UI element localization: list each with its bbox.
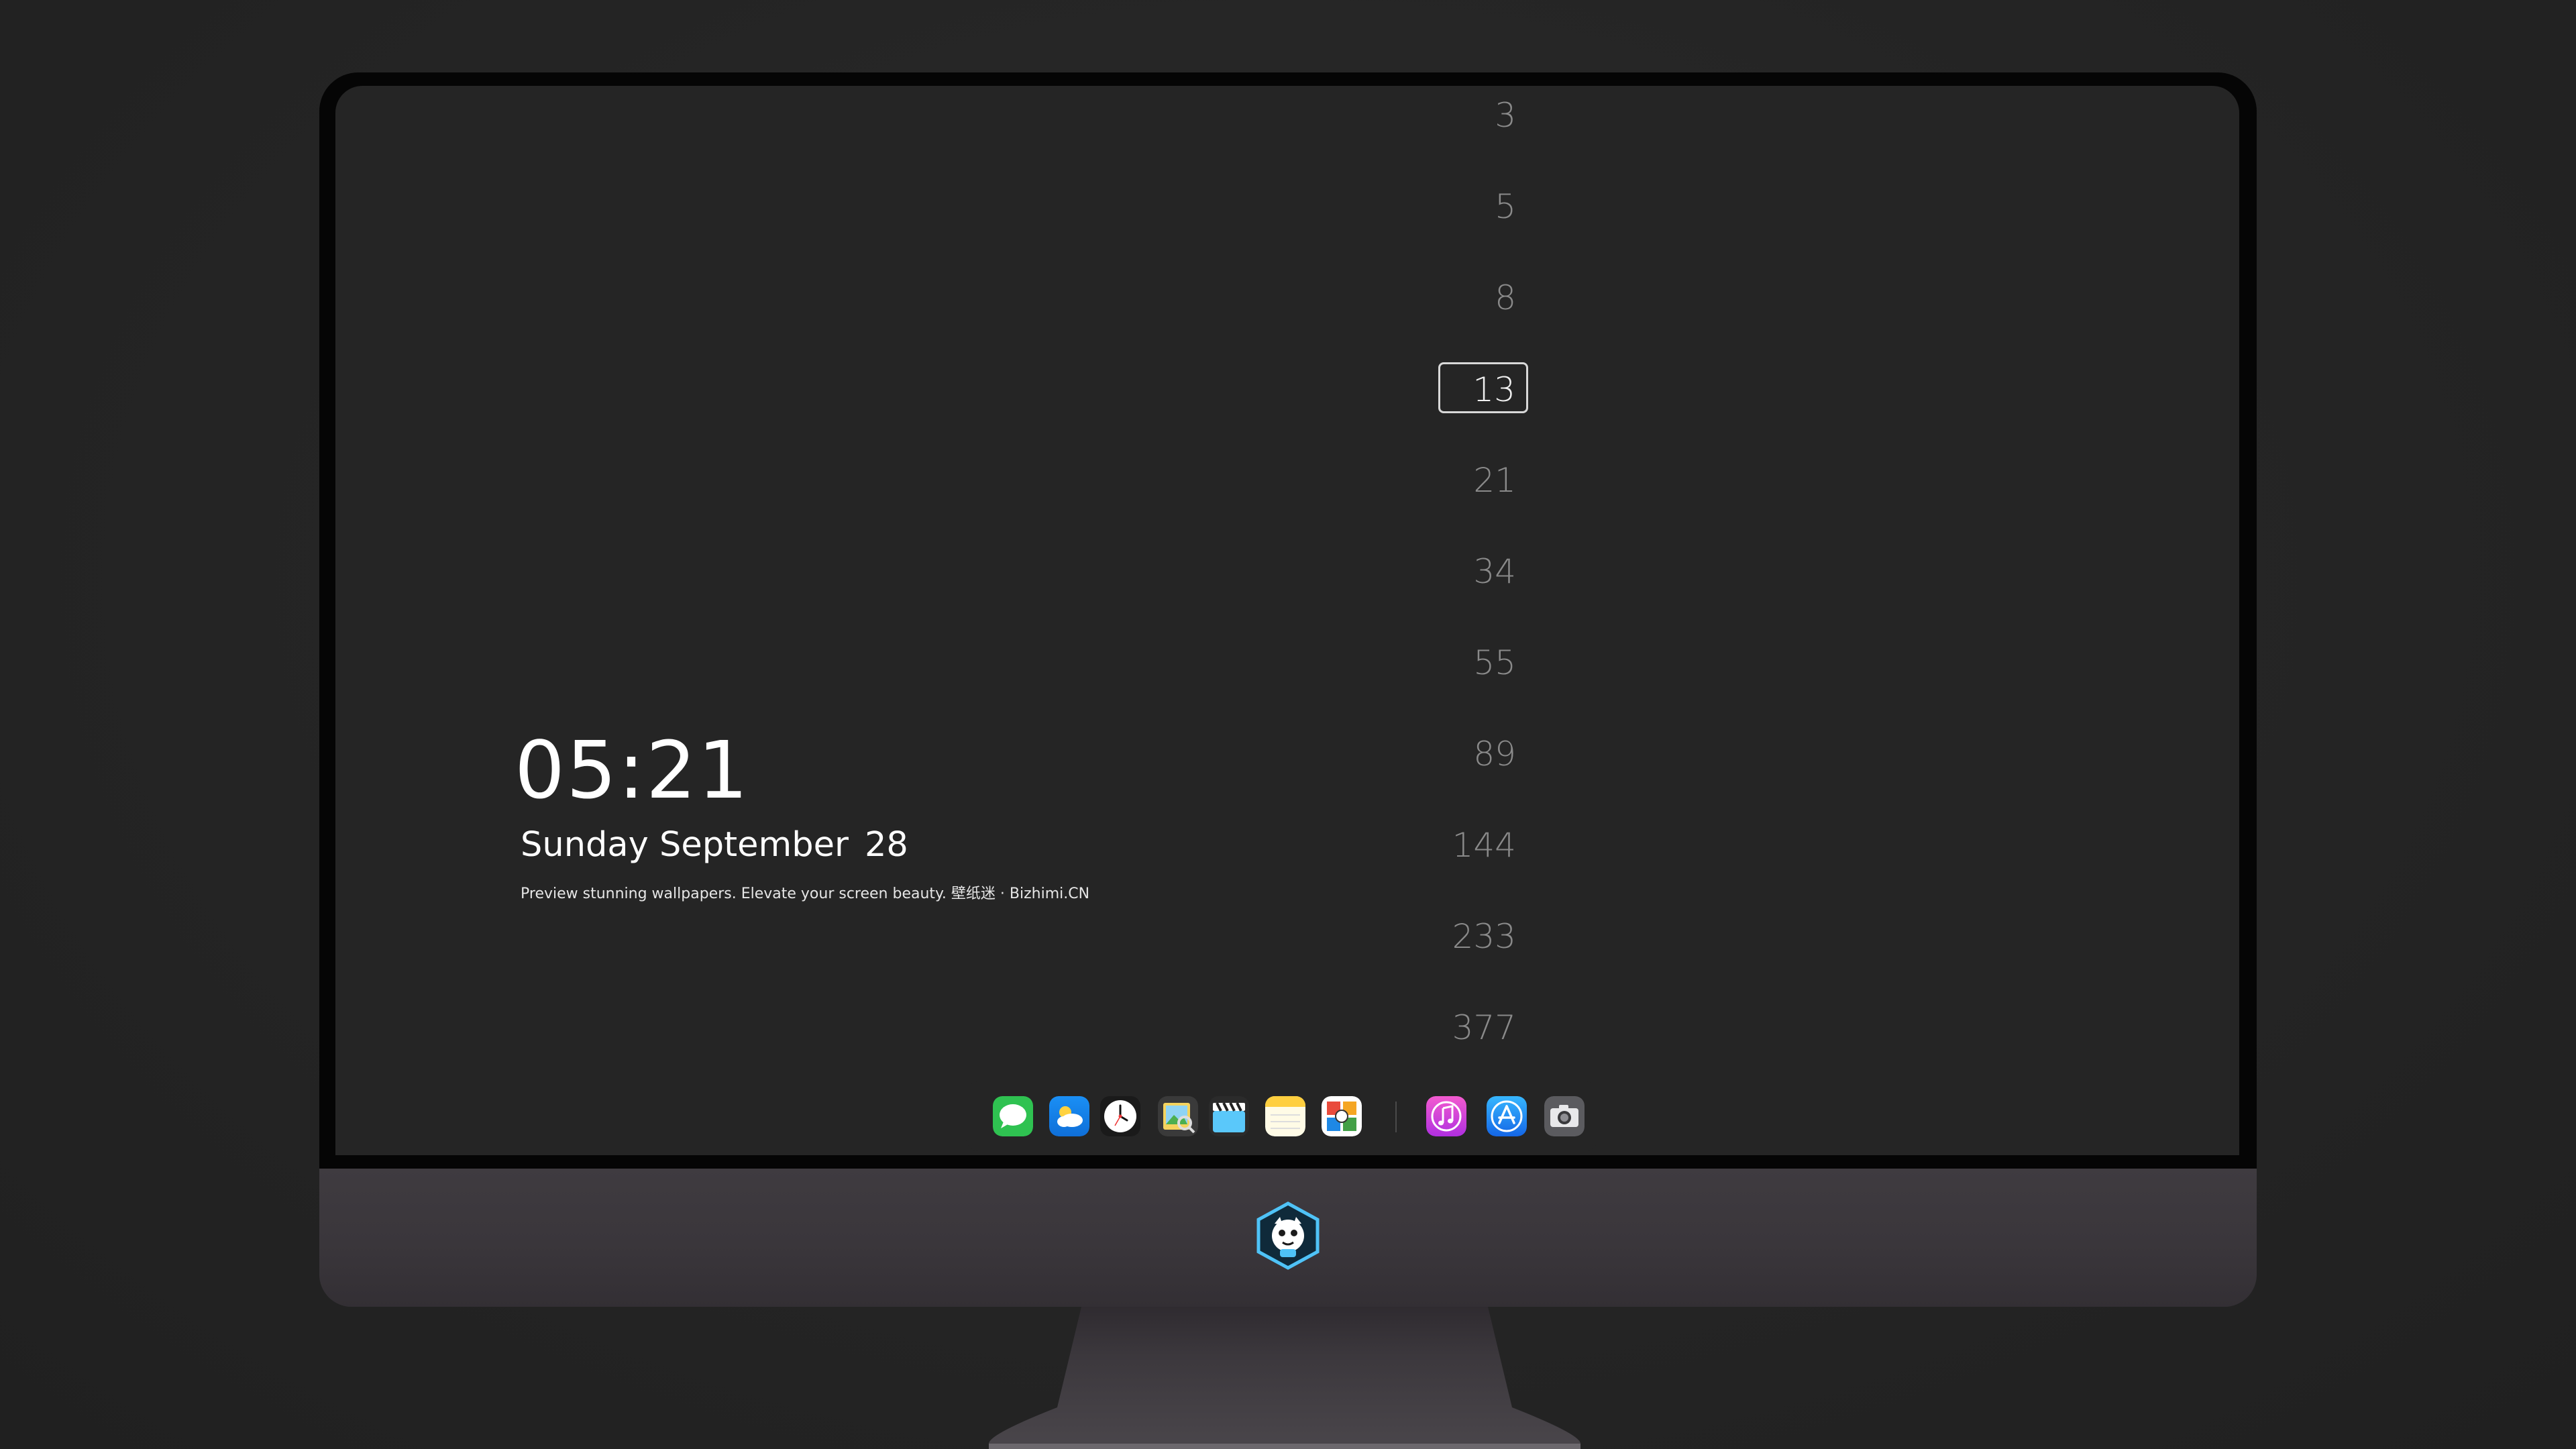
- app-store-icon[interactable]: [1487, 1096, 1527, 1136]
- picker-number[interactable]: 8: [1495, 278, 1516, 318]
- dock: [966, 1081, 1598, 1151]
- monitor-stand: [989, 1307, 1580, 1449]
- picker-number[interactable]: 5: [1495, 186, 1516, 227]
- monitor-screen: 05:21 Sunday September 28 Preview stunnin…: [335, 86, 2239, 1155]
- preview-icon[interactable]: [1158, 1096, 1198, 1136]
- picker-number[interactable]: 55: [1473, 643, 1516, 683]
- notes-icon[interactable]: [1265, 1096, 1305, 1136]
- picker-number[interactable]: 3: [1495, 95, 1516, 136]
- weather-icon[interactable]: [1049, 1096, 1089, 1136]
- clock-day: 28: [864, 825, 908, 865]
- clock-month: September: [659, 825, 849, 865]
- picker-number[interactable]: 34: [1473, 551, 1516, 592]
- clock-icon[interactable]: [1100, 1096, 1140, 1136]
- clock-date: Sunday September 28: [521, 824, 908, 867]
- dock-divider: [1395, 1102, 1397, 1132]
- clock-time: 05:21: [515, 724, 750, 816]
- mascot-logo-icon: [1253, 1201, 1323, 1271]
- picker-number[interactable]: 89: [1473, 734, 1516, 774]
- itunes-icon[interactable]: [1426, 1096, 1466, 1136]
- photo-booth-icon[interactable]: [1322, 1096, 1362, 1136]
- number-picker[interactable]: 3 5 8 13 21 34 55 89 144 233 377: [1409, 86, 1610, 1072]
- wallpaper-preview-stage: 05:21 Sunday September 28 Preview stunnin…: [0, 0, 2576, 1449]
- clock-weekday: Sunday: [521, 825, 649, 865]
- clock-tagline: Preview stunning wallpapers. Elevate you…: [521, 885, 1090, 902]
- picker-number-selected[interactable]: 13: [1438, 362, 1528, 413]
- picker-number[interactable]: 377: [1452, 1008, 1516, 1048]
- messages-icon[interactable]: [993, 1096, 1033, 1136]
- picker-number[interactable]: 21: [1473, 460, 1516, 500]
- clips-icon[interactable]: [1209, 1096, 1249, 1136]
- picker-number[interactable]: 233: [1452, 916, 1516, 957]
- camera-icon[interactable]: [1544, 1096, 1585, 1136]
- picker-number[interactable]: 144: [1452, 825, 1516, 865]
